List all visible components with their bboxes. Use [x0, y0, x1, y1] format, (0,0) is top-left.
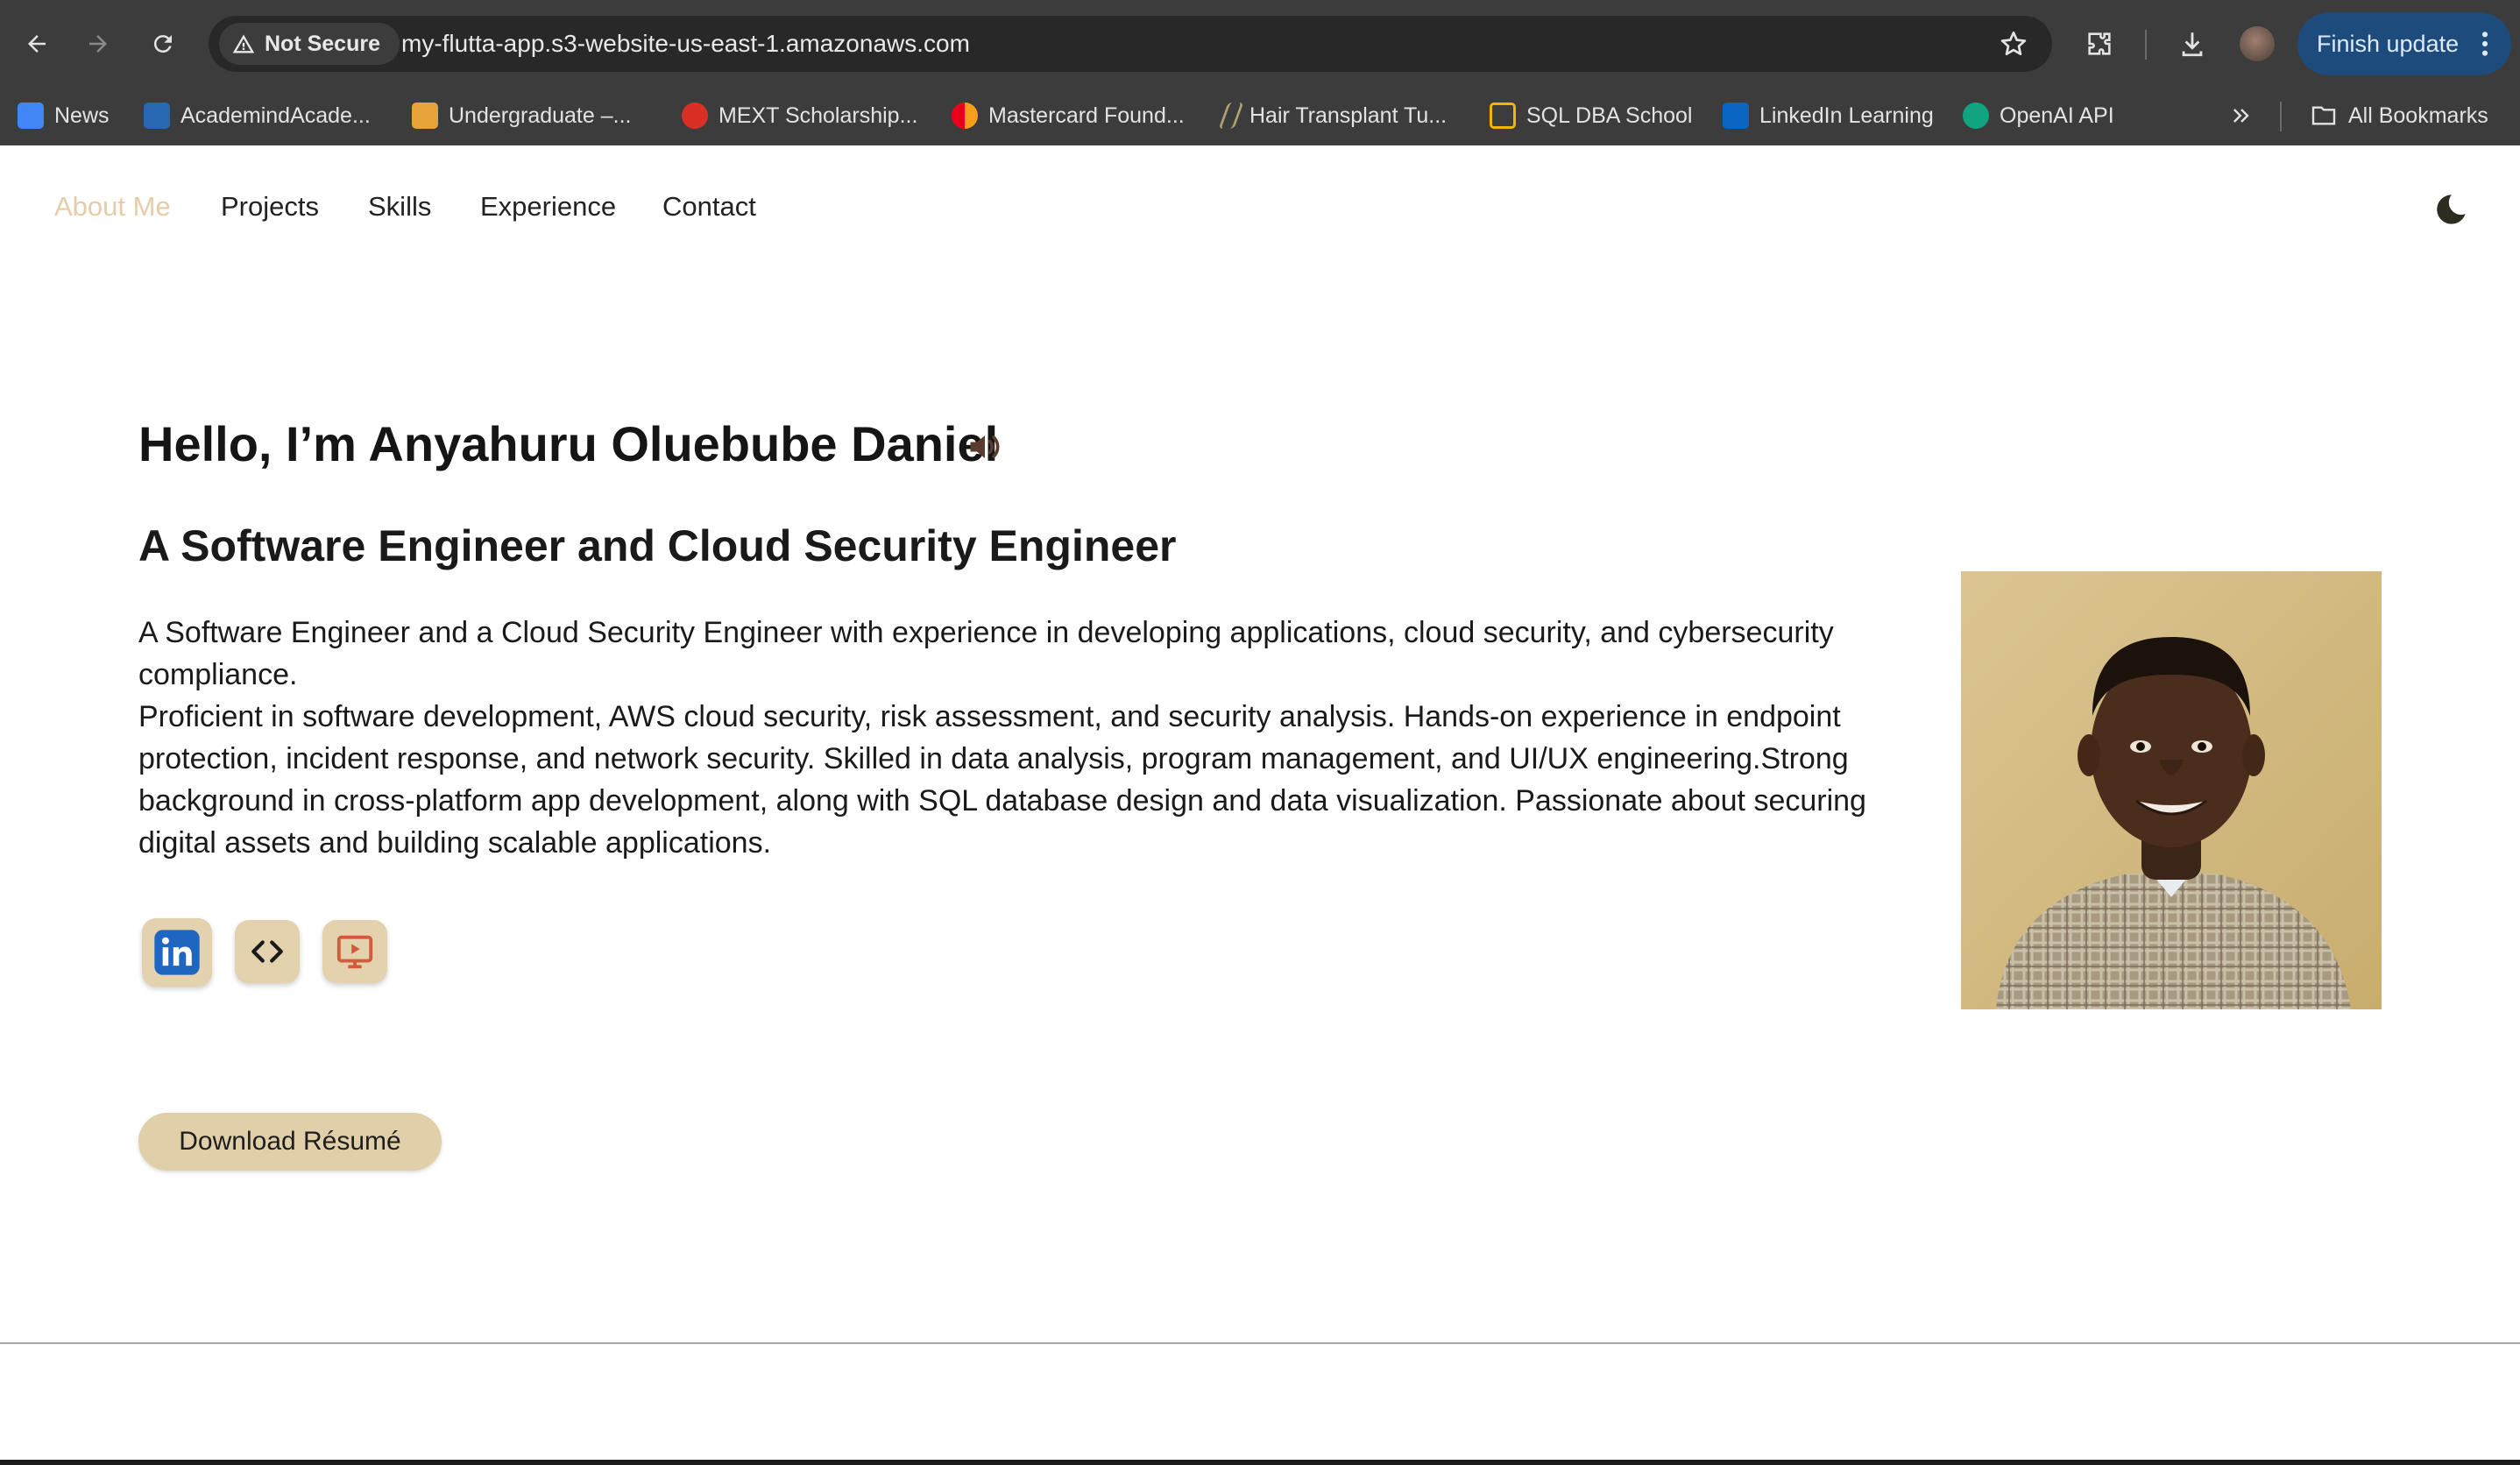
hero-title: Hello, I’m Anyahuru Oluebube Daniel	[138, 416, 999, 471]
browser-toolbar: Not Secure my-flutta-app.s3-website-us-e…	[0, 0, 2520, 88]
bookmark-linkedin-learning[interactable]: LinkedIn Learning	[1723, 98, 1934, 133]
linkedin-button[interactable]	[142, 918, 212, 987]
video-presentation-button[interactable]	[322, 920, 387, 983]
extensions-button[interactable]	[2075, 19, 2124, 68]
arrow-right-icon	[89, 35, 107, 53]
bookmark-hair-transplant[interactable]: Hair Transplant Tu...	[1218, 98, 1448, 133]
moon-icon	[2437, 195, 2466, 224]
bookmark-mext[interactable]: MEXT Scholarship...	[682, 98, 917, 133]
theme-toggle-button[interactable]	[2432, 191, 2469, 232]
bookmark-mastercard[interactable]: Mastercard Found...	[952, 98, 1185, 133]
hero-description: A Software Engineer and a Cloud Security…	[138, 612, 1917, 864]
bookmark-label: News	[54, 103, 110, 128]
bookmark-label: Undergraduate –...	[449, 103, 632, 128]
hair-favicon-icon	[1218, 103, 1244, 129]
url-text: my-flutta-app.s3-website-us-east-1.amazo…	[401, 30, 970, 57]
bookmark-label: OpenAI API	[2000, 103, 2114, 128]
video-presentation-icon	[336, 935, 373, 969]
graduation-cap-icon	[1490, 103, 1516, 129]
speaker-icon	[970, 435, 1000, 458]
section-divider	[0, 1342, 2520, 1344]
forward-button[interactable]	[74, 19, 123, 68]
mastercard-favicon-icon	[952, 103, 978, 129]
bookmark-star-button[interactable]	[1998, 28, 2029, 64]
nav-skills[interactable]: Skills	[368, 191, 431, 223]
news-icon	[18, 103, 44, 129]
warning-icon	[232, 34, 255, 53]
more-bookmarks-button[interactable]	[2229, 98, 2254, 133]
description-paragraph: A Software Engineer and a Cloud Security…	[138, 616, 1834, 691]
bookmarks-bar: News AcademindAcade... Undergraduate –..…	[0, 88, 2520, 145]
linkedin-favicon-icon	[144, 103, 170, 129]
description-paragraph: Proficient in software development, AWS …	[138, 700, 1866, 860]
puzzle-icon	[2088, 32, 2111, 55]
bookmarks-separator	[2280, 102, 2282, 131]
bookmark-label: Hair Transplant Tu...	[1249, 103, 1448, 128]
bookmark-academind[interactable]: AcademindAcade...	[144, 98, 371, 133]
finish-update-button[interactable]: Finish update	[2297, 12, 2511, 75]
double-chevron-right-icon	[2233, 109, 2249, 123]
bookmark-label: LinkedIn Learning	[1759, 103, 1934, 128]
speak-button[interactable]	[966, 428, 1004, 471]
kebab-menu-icon	[2481, 32, 2488, 56]
all-bookmarks-label: All Bookmarks	[2348, 103, 2488, 128]
nav-contact[interactable]: Contact	[662, 191, 756, 223]
folder-icon	[2311, 106, 2336, 125]
profile-photo	[1961, 571, 2382, 1009]
bookmark-label: Mastercard Found...	[988, 103, 1185, 128]
mext-favicon-icon	[682, 103, 708, 129]
bookmark-news[interactable]: News	[18, 98, 110, 133]
code-icon	[251, 940, 283, 963]
bookmark-label: AcademindAcade...	[181, 103, 371, 128]
security-label: Not Secure	[265, 31, 380, 56]
arrow-left-icon	[28, 35, 46, 53]
nav-about-me[interactable]: About Me	[54, 191, 171, 223]
play-favicon-icon	[1723, 103, 1749, 129]
star-icon	[2000, 31, 2027, 56]
bookmark-label: MEXT Scholarship...	[718, 103, 918, 128]
bookmark-sql-dba[interactable]: SQL DBA School	[1490, 98, 1692, 133]
linkedin-icon	[154, 930, 200, 975]
all-bookmarks-button[interactable]: All Bookmarks	[2310, 98, 2488, 133]
reload-icon	[153, 35, 172, 53]
downloads-button[interactable]	[2168, 19, 2217, 68]
portrait-image	[1961, 571, 2382, 1009]
reload-button[interactable]	[138, 19, 188, 68]
openai-favicon-icon	[1963, 103, 1989, 129]
bookmark-openai[interactable]: OpenAI API	[1963, 98, 2114, 133]
hero-subtitle: A Software Engineer and Cloud Security E…	[138, 521, 1177, 570]
finish-update-label: Finish update	[2317, 30, 2460, 57]
page-content: About Me Projects Skills Experience Cont…	[0, 145, 2520, 1460]
download-resume-button[interactable]: Download Résumé	[138, 1113, 442, 1171]
map-favicon-icon	[412, 103, 438, 129]
bookmark-undergraduate[interactable]: Undergraduate –...	[412, 98, 631, 133]
nav-projects[interactable]: Projects	[221, 191, 319, 223]
download-icon	[2182, 32, 2203, 57]
security-chip[interactable]: Not Secure	[219, 23, 400, 65]
bookmark-label: SQL DBA School	[1526, 103, 1693, 128]
toolbar-separator	[2145, 30, 2147, 60]
back-button[interactable]	[12, 19, 61, 68]
nav-experience[interactable]: Experience	[480, 191, 616, 223]
code-button[interactable]	[235, 920, 300, 983]
profile-avatar[interactable]	[2240, 26, 2275, 61]
address-bar[interactable]: Not Secure my-flutta-app.s3-website-us-e…	[209, 16, 2052, 72]
